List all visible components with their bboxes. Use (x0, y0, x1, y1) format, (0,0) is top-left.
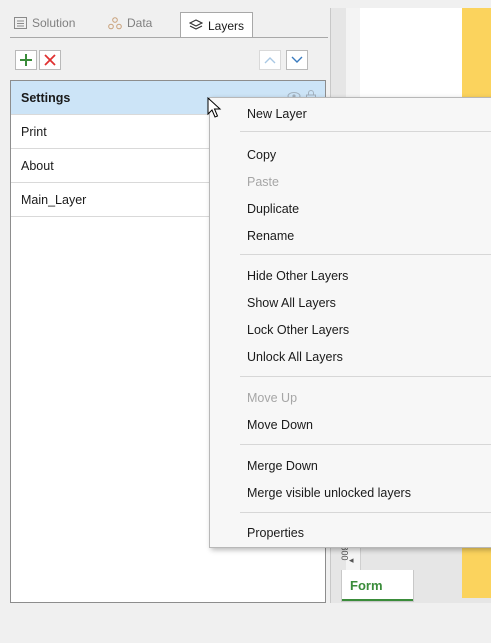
layer-name: About (21, 158, 54, 173)
tab-layers-label: Layers (208, 18, 245, 33)
menu-separator (240, 376, 491, 377)
move-layer-down-button[interactable] (286, 50, 308, 70)
tab-layers[interactable]: Layers (180, 12, 254, 38)
menu-item-paste[interactable]: Paste (247, 175, 279, 189)
menu-separator (240, 254, 491, 255)
menu-item-hide-other-layers[interactable]: Hide Other Layers (247, 269, 348, 283)
menu-item-show-all-layers[interactable]: Show All Layers (247, 296, 336, 310)
plus-icon (20, 54, 32, 66)
close-icon (44, 54, 56, 66)
chevron-up-icon (264, 57, 276, 64)
menu-separator (240, 512, 491, 513)
layers-icon (189, 19, 203, 30)
menu-separator (240, 444, 491, 445)
menu-item-lock-other-layers[interactable]: Lock Other Layers (247, 323, 349, 337)
tab-form[interactable]: Form (341, 570, 414, 602)
mouse-pointer-icon (207, 97, 222, 118)
layer-context-menu: New Layer Copy Paste Duplicate Rename Hi… (209, 97, 491, 548)
tab-solution-label: Solution (32, 16, 76, 30)
menu-item-merge-visible-unlocked[interactable]: Merge visible unlocked layers (247, 486, 411, 500)
layer-name: Main_Layer (21, 192, 87, 207)
move-layer-up-button[interactable] (259, 50, 281, 70)
panel-tab-strip: Solution Data Layers (10, 8, 328, 38)
add-layer-button[interactable] (15, 50, 37, 70)
menu-item-unlock-all-layers[interactable]: Unlock All Layers (247, 350, 343, 364)
tab-form-label: Form (350, 578, 383, 593)
tab-solution[interactable]: Solution (14, 12, 75, 34)
document-icon (14, 17, 27, 29)
chevron-down-icon (291, 56, 303, 63)
tab-divider (10, 37, 328, 38)
menu-item-move-up[interactable]: Move Up (247, 391, 297, 405)
menu-item-move-down[interactable]: Move Down (247, 418, 313, 432)
tab-data-label: Data (127, 16, 153, 30)
menu-item-copy[interactable]: Copy (247, 148, 276, 162)
menu-item-properties[interactable]: Properties (247, 526, 304, 540)
menu-item-merge-down[interactable]: Merge Down (247, 459, 318, 473)
layer-name: Settings (21, 90, 71, 105)
menu-separator (240, 131, 491, 132)
menu-item-duplicate[interactable]: Duplicate (247, 202, 299, 216)
delete-layer-button[interactable] (39, 50, 61, 70)
layer-name: Print (21, 124, 47, 139)
menu-item-rename[interactable]: Rename (247, 229, 294, 243)
tab-data[interactable]: Data (108, 12, 152, 34)
data-source-icon (108, 16, 122, 29)
scroll-left-arrow[interactable]: ◂ (349, 555, 354, 566)
menu-item-new-layer[interactable]: New Layer (247, 107, 307, 121)
